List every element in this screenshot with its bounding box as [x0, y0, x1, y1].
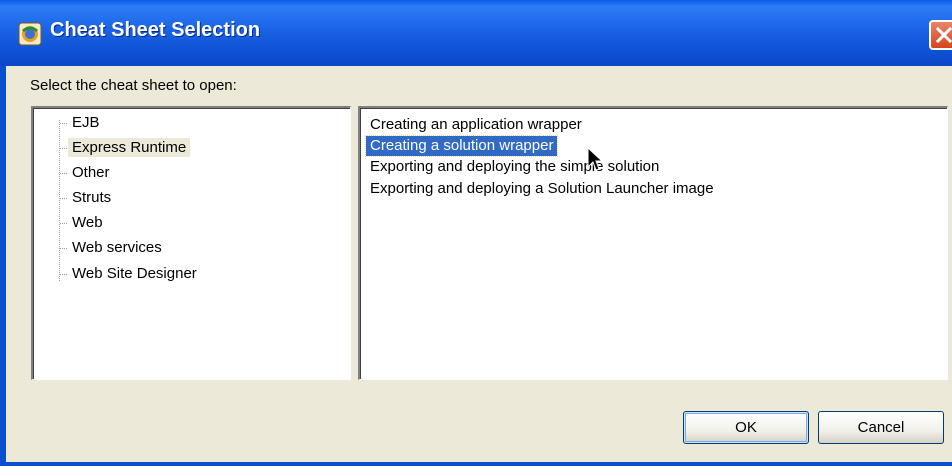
list-item[interactable]: Creating an application wrapper — [366, 115, 586, 135]
tree-item-label: Web services — [72, 239, 162, 256]
tree-connector — [59, 120, 60, 281]
tree-item-label: EJB — [72, 114, 100, 131]
ok-button[interactable]: OK — [683, 411, 809, 444]
tree-item-label: Express Runtime — [68, 138, 191, 157]
list-item-selected[interactable]: Creating a solution wrapper — [364, 135, 559, 157]
window-border-left — [0, 66, 6, 466]
tree-branch — [60, 148, 67, 149]
tree-item-label: Struts — [72, 189, 112, 206]
close-button[interactable] — [929, 20, 952, 50]
close-x-icon — [936, 27, 952, 43]
list-item[interactable]: Exporting and deploying a Solution Launc… — [366, 179, 718, 199]
mouse-pointer-icon — [587, 147, 603, 171]
list-item[interactable]: Exporting and deploying the simple solut… — [366, 157, 663, 177]
title-bar[interactable]: Cheat Sheet Selection — [0, 0, 952, 66]
window-border-bottom — [0, 462, 952, 466]
tree-branch — [60, 274, 67, 275]
tree-branch — [60, 198, 67, 199]
tree-branch — [60, 223, 67, 224]
tree-item-label: Other — [72, 164, 110, 181]
tree-branch — [60, 173, 67, 174]
tree-item-label: Web — [72, 214, 103, 231]
tree-branch — [60, 123, 67, 124]
category-tree[interactable]: EJB Express Runtime Other Struts Web Web… — [31, 106, 351, 380]
cancel-button[interactable]: Cancel — [818, 411, 944, 444]
window-title: Cheat Sheet Selection — [50, 19, 261, 41]
instruction-label: Select the cheat sheet to open: — [30, 77, 237, 94]
cheat-sheet-list[interactable]: Creating an application wrapper Creating… — [358, 106, 948, 380]
tree-item-label: Web Site Designer — [72, 265, 197, 282]
eclipse-app-icon — [18, 22, 42, 46]
cheat-sheet-dialog: Cheat Sheet Selection Select the cheat s… — [0, 0, 952, 466]
tree-branch — [60, 248, 67, 249]
